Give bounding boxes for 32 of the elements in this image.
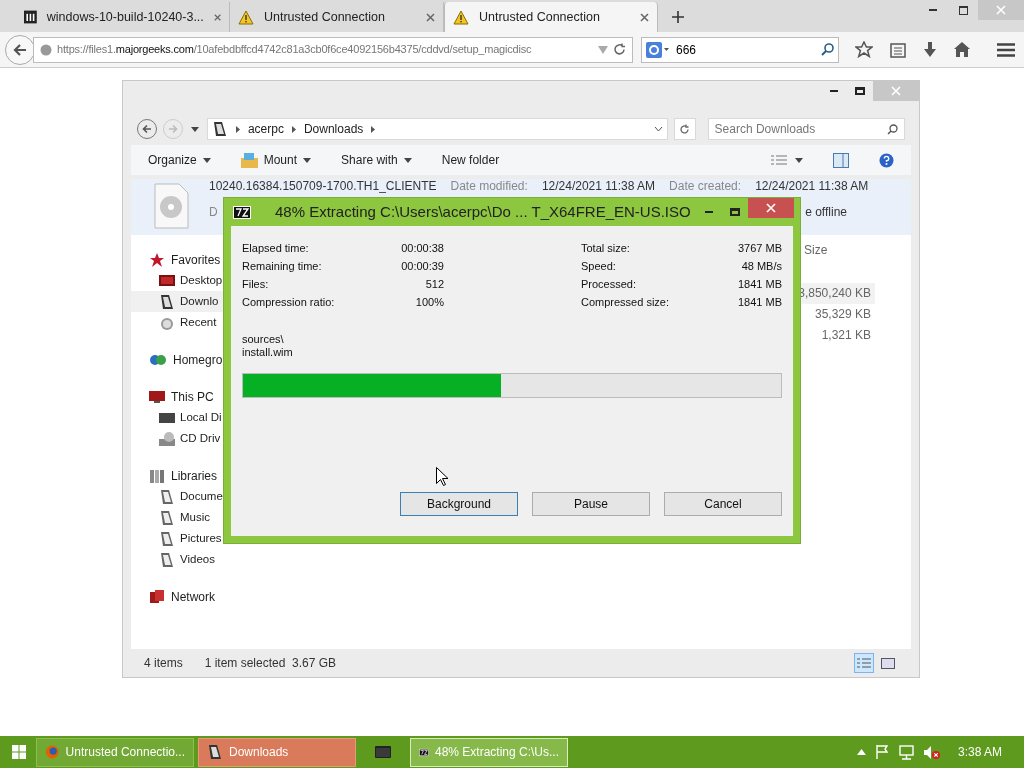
search-text: 666 [676,41,698,59]
selection-info: 1 item selected 3.67 GB [204,655,337,672]
stat-label: Speed: [581,258,617,274]
dialog-title: 48% Extracting C:\Users\acerpc\Do ... T_X64FRE_EN-US.ISO [275,201,692,222]
availability-text: e offline [805,204,847,221]
item-count: 4 items [144,655,183,672]
current-file-path: install.wim [242,346,294,359]
date-modified: 12/24/2021 11:38 AM [541,180,656,193]
stat-label: Processed: [581,276,638,292]
stat-value: 100% [414,294,444,310]
file-size: 35,329 KB [813,306,872,323]
stat-label: Compressed size: [581,294,671,310]
stat-value: 00:00:38 [400,240,444,256]
stat-label: Remaining time: [242,258,323,274]
stat-value: 3767 MB [736,240,782,256]
stat-value: 512 [424,276,444,292]
stat-value: 1841 MB [736,294,782,310]
stat-value: 1841 MB [736,276,782,292]
file-type: D [209,204,218,221]
current-file-path: sources\ [242,333,285,346]
stat-label: Total size: [581,240,631,256]
stat-label: Compression ratio: [242,294,336,310]
stat-label: Elapsed time: [242,240,310,256]
url-text: https://files1.majorgeeks.com/10afebdbffcd4742c81a3cb0f6ce4092156b4375/cddvd/setup_magicdisc [57,42,532,58]
date-created: 12/24/2021 11:38 AM [755,180,869,193]
file-name: 10240.16384.150709-1700.TH1_CLIENTE [209,180,437,193]
date-modified-label: Date modified: [450,180,528,193]
stat-value: 00:00:39 [400,258,444,274]
stat-value: 48 MB/s [740,258,782,274]
file-size: 1,321 KB [820,327,872,344]
stat-label: Files: [242,276,270,292]
date-created-label: Date created: [669,180,742,193]
